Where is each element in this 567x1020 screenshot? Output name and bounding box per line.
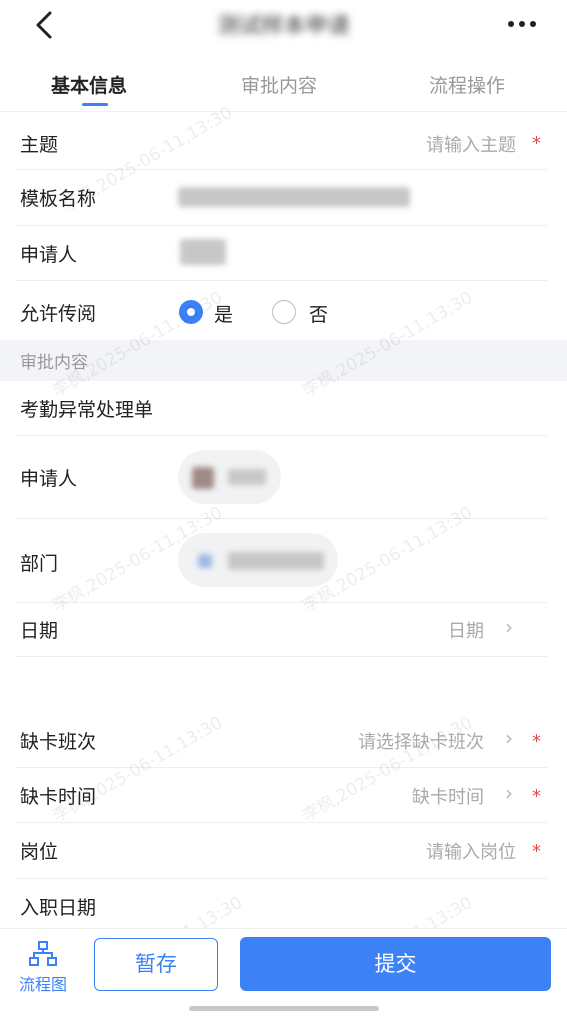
required-mark: * xyxy=(532,786,541,807)
department-row: 部门 xyxy=(0,519,567,603)
applicant-row: 申请人 xyxy=(0,226,567,281)
missing-shift-select[interactable]: 请选择缺卡班次 xyxy=(358,728,484,754)
hire-date-label: 入职日期 xyxy=(20,897,97,919)
department-name-redacted xyxy=(228,552,324,570)
applicant-value-redacted xyxy=(180,239,226,265)
nav-header: 测试样本申请 xyxy=(0,0,567,52)
tab-approval-content[interactable]: 审批内容 xyxy=(241,71,317,98)
tab-basic-info[interactable]: 基本信息 xyxy=(51,71,127,98)
bottom-action-bar: 流程图 暂存 提交 xyxy=(0,928,567,1020)
applicant-chip[interactable] xyxy=(178,450,281,504)
department-label: 部门 xyxy=(20,553,59,575)
missing-time-row[interactable]: 缺卡时间 缺卡时间 › * xyxy=(0,768,567,823)
date-label: 日期 xyxy=(20,620,59,642)
circulate-label: 允许传阅 xyxy=(20,303,97,325)
date-picker[interactable]: 日期 xyxy=(448,617,484,643)
divider xyxy=(16,656,547,657)
applicant-name-redacted xyxy=(228,469,266,485)
template-name-label: 模板名称 xyxy=(20,188,97,210)
template-name-value-redacted xyxy=(178,187,410,207)
position-label: 岗位 xyxy=(20,841,59,863)
department-chip[interactable] xyxy=(178,533,338,587)
page-title: 测试样本申请 xyxy=(217,14,350,39)
radio-yes[interactable] xyxy=(179,300,203,324)
form-title-row: 考勤异常处理单 xyxy=(0,381,567,436)
approval-applicant-label: 申请人 xyxy=(20,468,78,490)
approval-applicant-row: 申请人 xyxy=(0,436,567,519)
circulate-row: 允许传阅 是 否 xyxy=(0,281,567,340)
subject-row: 主题 请输入主题 * xyxy=(0,114,567,170)
flowchart-button[interactable]: 流程图 xyxy=(10,939,76,995)
subject-label: 主题 xyxy=(20,134,59,156)
tab-bar: 基本信息 审批内容 流程操作 xyxy=(0,58,567,112)
submit-button[interactable]: 提交 xyxy=(240,937,551,991)
missing-time-label: 缺卡时间 xyxy=(20,786,97,808)
tab-active-indicator xyxy=(82,103,108,106)
radio-yes-label: 是 xyxy=(214,304,234,326)
more-icon xyxy=(508,21,536,27)
form-title: 考勤异常处理单 xyxy=(20,399,154,421)
subject-input[interactable]: 请输入主题 xyxy=(426,131,516,157)
avatar xyxy=(192,467,214,489)
missing-shift-label: 缺卡班次 xyxy=(20,731,97,753)
date-row[interactable]: 日期 日期 › xyxy=(0,603,567,657)
hire-date-row[interactable]: 入职日期 xyxy=(0,879,567,928)
tab-process-operation[interactable]: 流程操作 xyxy=(429,71,505,98)
section-header: 审批内容 xyxy=(0,340,567,381)
radio-no[interactable] xyxy=(272,300,296,324)
more-options-button[interactable] xyxy=(507,18,537,28)
flowchart-icon xyxy=(29,941,57,966)
missing-time-picker[interactable]: 缺卡时间 xyxy=(412,783,484,809)
required-mark: * xyxy=(532,133,541,154)
missing-shift-row[interactable]: 缺卡班次 请选择缺卡班次 › * xyxy=(0,712,567,768)
required-mark: * xyxy=(532,841,541,862)
position-input[interactable]: 请输入岗位 xyxy=(426,838,516,864)
chevron-right-icon: › xyxy=(505,726,513,750)
save-draft-button[interactable]: 暂存 xyxy=(94,938,218,991)
radio-no-label: 否 xyxy=(309,304,329,326)
chevron-right-icon: › xyxy=(505,781,513,805)
template-name-row: 模板名称 xyxy=(0,170,567,226)
home-indicator xyxy=(189,1006,379,1011)
position-row: 岗位 请输入岗位 * xyxy=(0,823,567,879)
department-icon xyxy=(198,554,212,568)
chevron-right-icon: › xyxy=(505,615,513,639)
section-title: 审批内容 xyxy=(20,353,88,373)
applicant-label: 申请人 xyxy=(20,244,78,266)
flowchart-label: 流程图 xyxy=(18,975,67,994)
required-mark: * xyxy=(532,731,541,752)
